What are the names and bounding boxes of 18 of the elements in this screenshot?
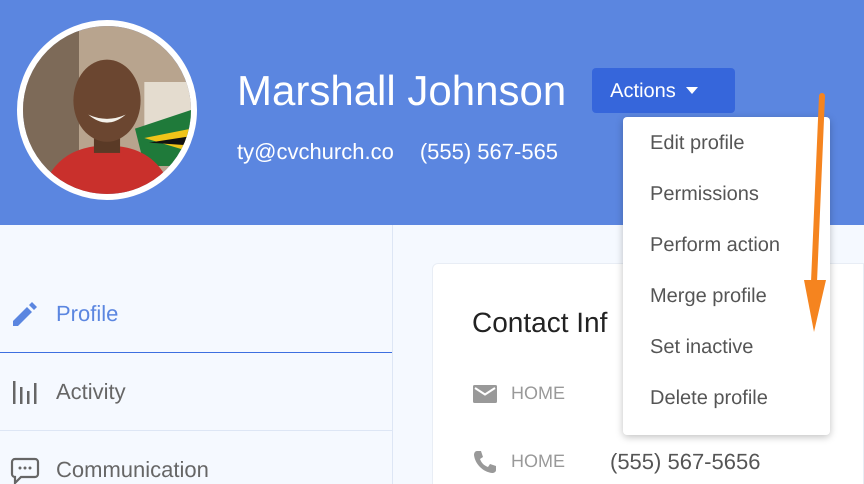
sidebar-item[interactable]: Activity <box>0 353 392 431</box>
menu-item[interactable]: Set inactive <box>623 327 830 378</box>
phone-icon <box>472 448 498 475</box>
sidebar-item[interactable]: Communication <box>0 431 392 484</box>
phone-number: (555) 567-565 <box>420 138 558 166</box>
contact-label: HOME <box>510 382 566 406</box>
contact-label: HOME <box>510 450 566 474</box>
menu-item[interactable]: Perform action <box>623 225 830 276</box>
contact-value: (555) 567-5656 <box>610 448 760 476</box>
person-name: Marshall Johnson <box>237 70 566 112</box>
email-address: ty@cvchurch.co <box>237 138 394 166</box>
menu-item[interactable]: Delete profile <box>623 378 830 429</box>
caret-icon <box>686 87 698 94</box>
menu-item[interactable]: Merge profile <box>623 276 830 327</box>
menu-item[interactable]: Permissions <box>623 174 830 225</box>
menu-item[interactable]: Edit profile <box>623 123 830 174</box>
actions-button[interactable]: Actions <box>592 68 736 113</box>
section-title: Contact Inf <box>472 306 608 340</box>
